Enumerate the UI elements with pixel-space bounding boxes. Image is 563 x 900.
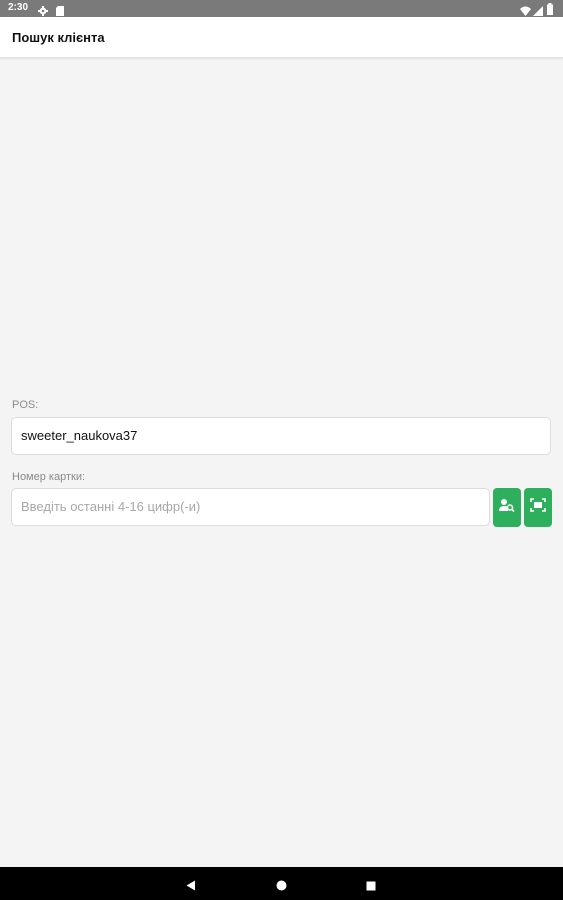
recents-icon[interactable] (366, 878, 376, 896)
home-icon[interactable] (276, 878, 287, 896)
scan-icon (530, 498, 546, 517)
scan-card-button[interactable] (524, 488, 552, 527)
pos-label: POS: (12, 399, 39, 411)
navigation-bar (0, 867, 563, 900)
card-number-label: Номер картки: (12, 471, 86, 483)
card-number-input[interactable]: Введіть останні 4-16 цифр(-и) (11, 488, 490, 526)
status-time: 2:30 (8, 2, 29, 13)
page-title: Пошук клієнта (12, 30, 105, 45)
pos-field[interactable]: sweeter_naukova37 (11, 417, 551, 455)
app-bar: Пошук клієнта (0, 17, 563, 58)
back-icon[interactable] (186, 878, 196, 896)
status-bar: 2:30 (0, 0, 563, 17)
person-search-icon (499, 498, 515, 517)
search-client-button[interactable] (493, 488, 521, 527)
